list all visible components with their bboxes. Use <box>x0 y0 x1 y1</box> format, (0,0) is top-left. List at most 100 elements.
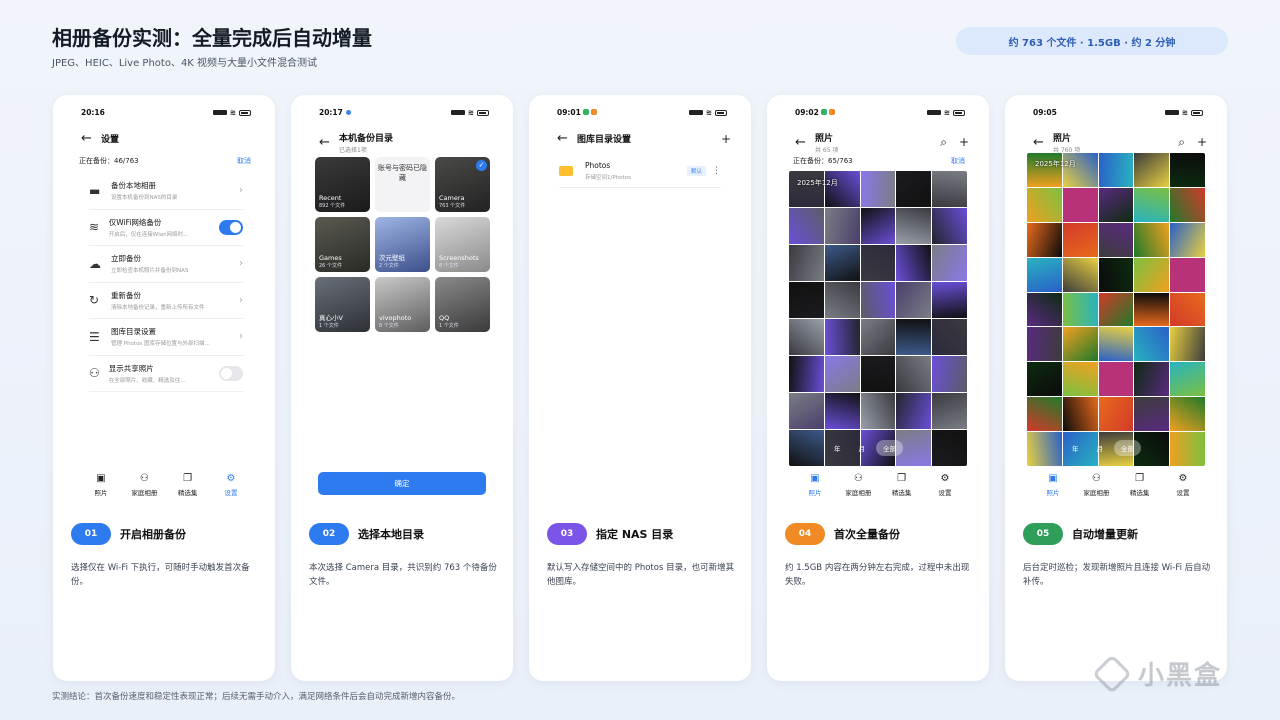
photo-thumbnail[interactable] <box>1027 292 1062 327</box>
back-arrow-icon[interactable]: ← <box>557 131 577 146</box>
nav-family-album[interactable]: ⚇ 家庭相册 <box>1076 473 1116 497</box>
add-icon[interactable]: + <box>721 132 731 146</box>
settings-item-backup-now[interactable]: ☁ 立即备份 立即检查本机照片并备份到NAS › <box>89 246 243 283</box>
photo-thumbnail[interactable] <box>824 208 860 244</box>
photo-thumbnail[interactable] <box>1062 292 1098 327</box>
album-vivophoto[interactable]: vivophoto 8 个文件 <box>375 277 430 332</box>
library-folder-item[interactable]: Photos 存储空间1/Photos 默认 ⋮ <box>559 155 721 188</box>
photo-thumbnail[interactable] <box>1098 362 1134 397</box>
settings-item-shared-photos[interactable]: ⚇ 显示共享照片 在全部照片、收藏、精选及往… <box>89 356 243 392</box>
photo-thumbnail[interactable] <box>932 430 967 466</box>
photo-thumbnail[interactable] <box>896 356 932 392</box>
photo-thumbnail[interactable] <box>1134 153 1170 187</box>
confirm-button[interactable]: 确定 <box>318 472 486 495</box>
album-recent[interactable]: Recent 892 个文件 <box>315 157 370 212</box>
more-vert-icon[interactable]: ⋮ <box>712 166 721 176</box>
shared-photos-toggle[interactable] <box>218 365 243 381</box>
photo-thumbnail[interactable] <box>1062 222 1098 257</box>
photo-thumbnail[interactable] <box>1170 432 1205 466</box>
segment-month[interactable]: 月 <box>1090 440 1111 456</box>
photo-thumbnail[interactable] <box>896 282 932 318</box>
search-icon[interactable]: ⌕ <box>1178 135 1185 150</box>
album-zhenxin[interactable]: 真心小V 1 个文件 <box>315 277 370 332</box>
photo-thumbnail[interactable] <box>1098 257 1134 292</box>
nav-settings[interactable]: ⚙ 设置 <box>1163 473 1203 497</box>
photo-thumbnail[interactable] <box>789 430 824 466</box>
photo-thumbnail[interactable] <box>1098 187 1134 222</box>
photo-thumbnail[interactable] <box>1134 362 1170 397</box>
photo-thumbnail[interactable] <box>789 319 824 355</box>
back-arrow-icon[interactable]: ← <box>795 135 815 150</box>
nav-featured[interactable]: ❐ 精选集 <box>1120 473 1160 497</box>
photo-thumbnail[interactable] <box>789 208 824 244</box>
nav-family-album[interactable]: ⚇ 家庭相册 <box>124 473 164 497</box>
album-screenshots[interactable]: Screenshots 8 个文件 <box>435 217 490 272</box>
photo-thumbnail[interactable] <box>1170 397 1205 432</box>
photo-thumbnail[interactable] <box>860 356 896 392</box>
photo-thumbnail[interactable] <box>1062 397 1098 432</box>
photo-thumbnail[interactable] <box>1134 397 1170 432</box>
photo-thumbnail[interactable] <box>1134 292 1170 327</box>
photo-thumbnail[interactable] <box>1062 257 1098 292</box>
photo-thumbnail[interactable] <box>824 171 860 207</box>
photo-thumbnail[interactable] <box>1027 187 1062 222</box>
photo-thumbnail[interactable] <box>789 245 824 281</box>
segment-all[interactable]: 全部 <box>876 440 903 456</box>
photo-thumbnail[interactable] <box>860 282 896 318</box>
photo-thumbnail[interactable] <box>932 356 967 392</box>
photo-thumbnail[interactable] <box>1134 222 1170 257</box>
photo-thumbnail[interactable] <box>1098 327 1134 362</box>
segment-month[interactable]: 月 <box>852 440 873 456</box>
photo-thumbnail[interactable] <box>824 245 860 281</box>
photo-thumbnail[interactable] <box>1098 153 1134 187</box>
photo-thumbnail[interactable] <box>1170 362 1205 397</box>
photo-thumbnail[interactable] <box>789 171 824 207</box>
photo-thumbnail[interactable] <box>860 208 896 244</box>
photo-thumbnail[interactable] <box>1170 257 1205 292</box>
photo-thumbnail[interactable] <box>1062 327 1098 362</box>
photo-thumbnail[interactable] <box>824 393 860 429</box>
photo-thumbnail[interactable] <box>824 282 860 318</box>
add-icon[interactable]: + <box>1197 135 1207 150</box>
photo-thumbnail[interactable] <box>1062 187 1098 222</box>
photo-thumbnail[interactable] <box>1170 153 1205 187</box>
cancel-button[interactable]: 取消 <box>951 156 965 166</box>
add-icon[interactable]: + <box>959 135 969 150</box>
photo-thumbnail[interactable] <box>1027 362 1062 397</box>
photo-thumbnail[interactable] <box>1170 222 1205 257</box>
photo-thumbnail[interactable] <box>932 282 967 318</box>
photo-thumbnail[interactable] <box>896 171 932 207</box>
photo-thumbnail[interactable] <box>1098 222 1134 257</box>
nav-settings[interactable]: ⚙ 设置 <box>211 473 251 497</box>
settings-item-rebackup[interactable]: ↻ 重新备份 清除本地备份记录，重新上传所有文件 › <box>89 283 243 319</box>
photo-thumbnail[interactable] <box>1098 397 1134 432</box>
photo-thumbnail[interactable] <box>1062 362 1098 397</box>
settings-item-wifi-only[interactable]: ≋ 仅WiFi网络备份 开启后，仅在连接Wlan网络时… <box>89 210 243 246</box>
photo-thumbnail[interactable] <box>860 319 896 355</box>
photo-thumbnail[interactable] <box>1027 397 1062 432</box>
photo-thumbnail[interactable] <box>824 356 860 392</box>
segment-year[interactable]: 年 <box>827 440 848 456</box>
nav-photos[interactable]: ▣ 照片 <box>81 473 121 497</box>
photo-thumbnail[interactable] <box>1170 327 1205 362</box>
photo-thumbnail[interactable] <box>1027 257 1062 292</box>
search-icon[interactable]: ⌕ <box>940 135 947 150</box>
photo-thumbnail[interactable] <box>860 245 896 281</box>
nav-photos[interactable]: ▣ 照片 <box>1033 473 1073 497</box>
settings-item-backup-local[interactable]: ▬ 备份本地相册 设置本机备份到NAS的目录 › <box>89 173 243 210</box>
album-games[interactable]: Games 26 个文件 <box>315 217 370 272</box>
photo-thumbnail[interactable] <box>896 208 932 244</box>
nav-photos[interactable]: ▣ 照片 <box>795 473 835 497</box>
photo-thumbnail[interactable] <box>1098 292 1134 327</box>
photo-thumbnail[interactable] <box>1134 187 1170 222</box>
settings-item-library-dir[interactable]: ☰ 图库目录设置 管理 Photos 图库存储位置与外部扫描… › <box>89 319 243 356</box>
wifi-only-toggle[interactable] <box>218 219 243 235</box>
photo-thumbnail[interactable] <box>860 393 896 429</box>
photo-thumbnail[interactable] <box>824 319 860 355</box>
photo-thumbnail[interactable] <box>932 245 967 281</box>
photo-thumbnail[interactable] <box>896 319 932 355</box>
photo-thumbnail[interactable] <box>1027 222 1062 257</box>
photo-thumbnail[interactable] <box>896 245 932 281</box>
photo-thumbnail[interactable] <box>860 171 896 207</box>
photo-thumbnail[interactable] <box>789 393 824 429</box>
